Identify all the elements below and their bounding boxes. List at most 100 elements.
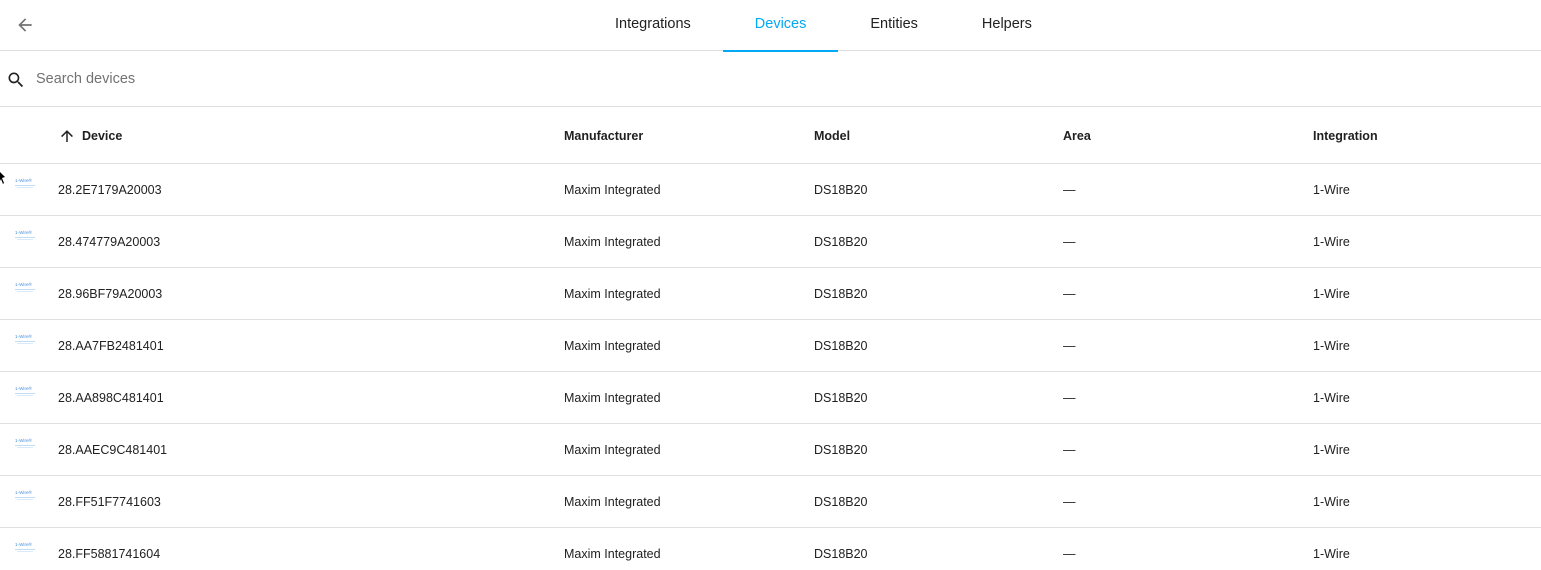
column-header-model[interactable]: Model: [814, 108, 850, 164]
tab-entities[interactable]: Entities: [838, 0, 950, 51]
cell-model: DS18B20: [814, 495, 868, 509]
cell-integration: 1-Wire: [1313, 339, 1350, 353]
svg-text:1-Wire®: 1-Wire®: [15, 437, 33, 443]
svg-text:1-Wire®: 1-Wire®: [15, 541, 33, 547]
device-logo: 1-Wire®: [14, 216, 36, 268]
cell-area: —: [1063, 391, 1076, 405]
devices-table: Device Manufacturer Model Area Integrati…: [0, 108, 1541, 570]
tab-label: Helpers: [981, 15, 1032, 32]
cell-model: DS18B20: [814, 183, 868, 197]
1-wire-logo-icon: 1-Wire®: [15, 229, 35, 240]
cell-integration: 1-Wire: [1313, 443, 1350, 457]
table-row[interactable]: 1-Wire® 28.AA7FB2481401 Maxim Integrated DS…: [0, 320, 1541, 372]
cell-model: DS18B20: [814, 339, 868, 353]
cell-device: 28.96BF79A20003: [58, 287, 163, 301]
search-input[interactable]: [36, 66, 736, 92]
svg-text:1-Wire®: 1-Wire®: [15, 333, 33, 339]
cell-area: —: [1063, 547, 1076, 561]
cell-manufacturer: Maxim Integrated: [564, 443, 661, 457]
table-row[interactable]: 1-Wire® 28.FF51F7741603 Maxim Integrated DS…: [0, 476, 1541, 528]
1-wire-logo-icon: 1-Wire®: [15, 437, 35, 448]
cell-area: —: [1063, 495, 1076, 509]
cell-area: —: [1063, 339, 1076, 353]
cell-device: 28.AA7FB2481401: [58, 339, 164, 353]
cell-integration: 1-Wire: [1313, 287, 1350, 301]
table-row[interactable]: 1-Wire® 28.AAEC9C481401 Maxim Integrated DS…: [0, 424, 1541, 476]
1-wire-logo-icon: 1-Wire®: [15, 281, 35, 292]
cell-area: —: [1063, 443, 1076, 457]
cell-model: DS18B20: [814, 235, 868, 249]
device-logo: 1-Wire®: [14, 476, 36, 528]
tab-label: Entities: [870, 15, 918, 32]
tab-helpers[interactable]: Helpers: [950, 0, 1064, 51]
cell-integration: 1-Wire: [1313, 547, 1350, 561]
back-button[interactable]: [8, 8, 42, 42]
cell-manufacturer: Maxim Integrated: [564, 391, 661, 405]
cell-manufacturer: Maxim Integrated: [564, 235, 661, 249]
cell-integration: 1-Wire: [1313, 391, 1350, 405]
column-header-integration[interactable]: Integration: [1313, 108, 1378, 164]
column-header-label: Manufacturer: [564, 129, 644, 143]
cell-manufacturer: Maxim Integrated: [564, 339, 661, 353]
svg-text:1-Wire®: 1-Wire®: [15, 281, 33, 287]
cell-manufacturer: Maxim Integrated: [564, 495, 661, 509]
column-header-label: Integration: [1313, 129, 1378, 143]
arrow-left-icon: [18, 18, 32, 32]
table-row[interactable]: 1-Wire® 28.2E7179A20003 Maxim Integrated DS…: [0, 164, 1541, 216]
column-header-device[interactable]: Device: [58, 108, 122, 164]
device-logo: 1-Wire®: [14, 268, 36, 320]
cell-area: —: [1063, 287, 1076, 301]
column-header-manufacturer[interactable]: Manufacturer: [564, 108, 643, 164]
device-logo: 1-Wire®: [14, 528, 36, 570]
top-tab-bar: Integrations Devices Entities Helpers: [0, 0, 1541, 52]
cell-device: 28.AA898C481401: [58, 391, 164, 405]
cell-model: DS18B20: [814, 391, 868, 405]
1-wire-logo-icon: 1-Wire®: [15, 333, 35, 344]
cell-manufacturer: Maxim Integrated: [564, 547, 661, 561]
1-wire-logo-icon: 1-Wire®: [15, 489, 35, 500]
column-header-area[interactable]: Area: [1063, 108, 1091, 164]
cell-model: DS18B20: [814, 547, 868, 561]
device-logo: 1-Wire®: [14, 424, 36, 476]
tab-label: Devices: [754, 15, 807, 32]
cell-integration: 1-Wire: [1313, 183, 1350, 197]
tab-integrations[interactable]: Integrations: [583, 0, 723, 51]
cell-device: 28.FF5881741604: [58, 547, 161, 561]
table-row[interactable]: 1-Wire® 28.96BF79A20003 Maxim Integrated DS…: [0, 268, 1541, 320]
table-row[interactable]: 1-Wire® 28.AA898C481401 Maxim Integrated DS…: [0, 372, 1541, 424]
device-logo: 1-Wire®: [14, 164, 36, 216]
cell-area: —: [1063, 183, 1076, 197]
svg-text:1-Wire®: 1-Wire®: [15, 489, 33, 495]
cell-device: 28.2E7179A20003: [58, 183, 162, 197]
cell-integration: 1-Wire: [1313, 235, 1350, 249]
column-header-label: Model: [814, 129, 851, 143]
1-wire-logo-icon: 1-Wire®: [15, 177, 35, 188]
cell-model: DS18B20: [814, 443, 868, 457]
search-bar: [0, 52, 1541, 107]
tab-label: Integrations: [615, 15, 691, 32]
arrow-up-icon: [61, 130, 73, 142]
mouse-cursor-icon: [0, 172, 5, 184]
devices-page: Integrations Devices Entities Helpers Devic…: [0, 0, 1541, 570]
table-row[interactable]: 1-Wire® 28.FF5881741604 Maxim Integrated DS…: [0, 528, 1541, 570]
tab-list: Integrations Devices Entities Helpers: [583, 0, 1064, 52]
table-row[interactable]: 1-Wire® 28.474779A20003 Maxim Integrated DS…: [0, 216, 1541, 268]
svg-text:1-Wire®: 1-Wire®: [15, 229, 33, 235]
1-wire-logo-icon: 1-Wire®: [15, 541, 35, 552]
cell-integration: 1-Wire: [1313, 495, 1350, 509]
svg-text:1-Wire®: 1-Wire®: [15, 177, 33, 183]
cell-device: 28.474779A20003: [58, 235, 161, 249]
cell-area: —: [1063, 235, 1076, 249]
cell-device: 28.AAEC9C481401: [58, 443, 168, 457]
magnify-icon: [8, 72, 24, 88]
table-body: 1-Wire® 28.2E7179A20003 Maxim Integrated DS…: [0, 164, 1541, 570]
svg-text:1-Wire®: 1-Wire®: [15, 385, 33, 391]
1-wire-logo-icon: 1-Wire®: [15, 385, 35, 396]
cell-model: DS18B20: [814, 287, 868, 301]
cell-device: 28.FF51F7741603: [58, 495, 161, 509]
cell-manufacturer: Maxim Integrated: [564, 183, 661, 197]
tab-devices[interactable]: Devices: [722, 0, 839, 52]
table-header: Device Manufacturer Model Area Integrati…: [0, 108, 1541, 164]
device-logo: 1-Wire®: [14, 320, 36, 372]
cell-manufacturer: Maxim Integrated: [564, 287, 661, 301]
